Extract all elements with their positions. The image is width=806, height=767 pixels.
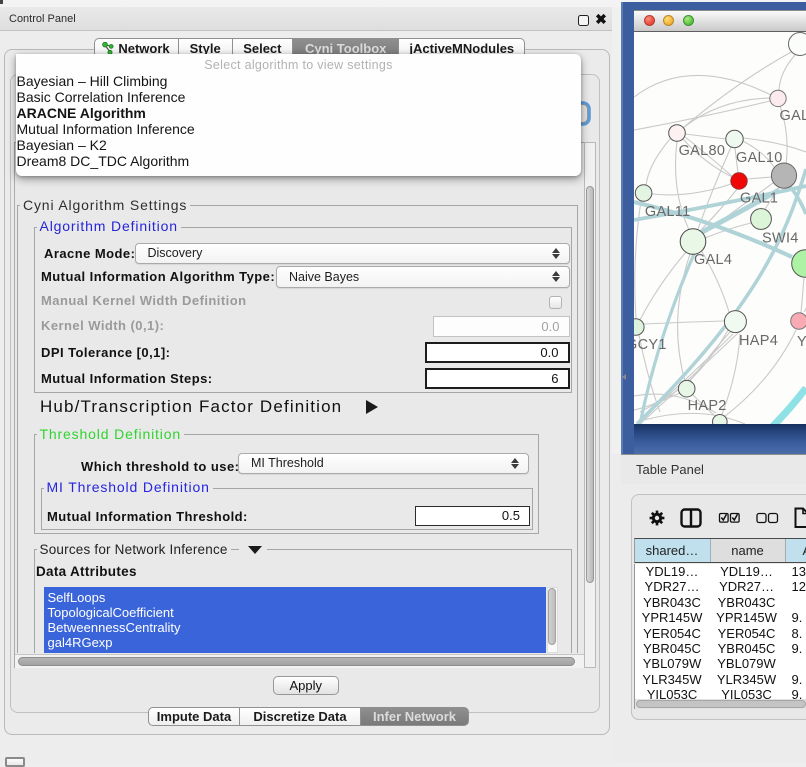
svg-text:HAP4: HAP4 — [739, 333, 778, 349]
svg-text:HAP2: HAP2 — [688, 398, 727, 414]
svg-text:GAL7: GAL7 — [780, 108, 806, 124]
svg-text:GAL10: GAL10 — [736, 150, 783, 166]
svg-text:GAL80: GAL80 — [679, 143, 726, 159]
svg-text:GCY1: GCY1 — [634, 337, 667, 353]
svg-text:SWI4: SWI4 — [762, 231, 799, 247]
svg-text:Y: Y — [797, 334, 806, 350]
svg-text:GAL4: GAL4 — [694, 252, 732, 268]
svg-text:GAL11: GAL11 — [645, 204, 691, 220]
svg-text:GAL1: GAL1 — [740, 190, 778, 206]
